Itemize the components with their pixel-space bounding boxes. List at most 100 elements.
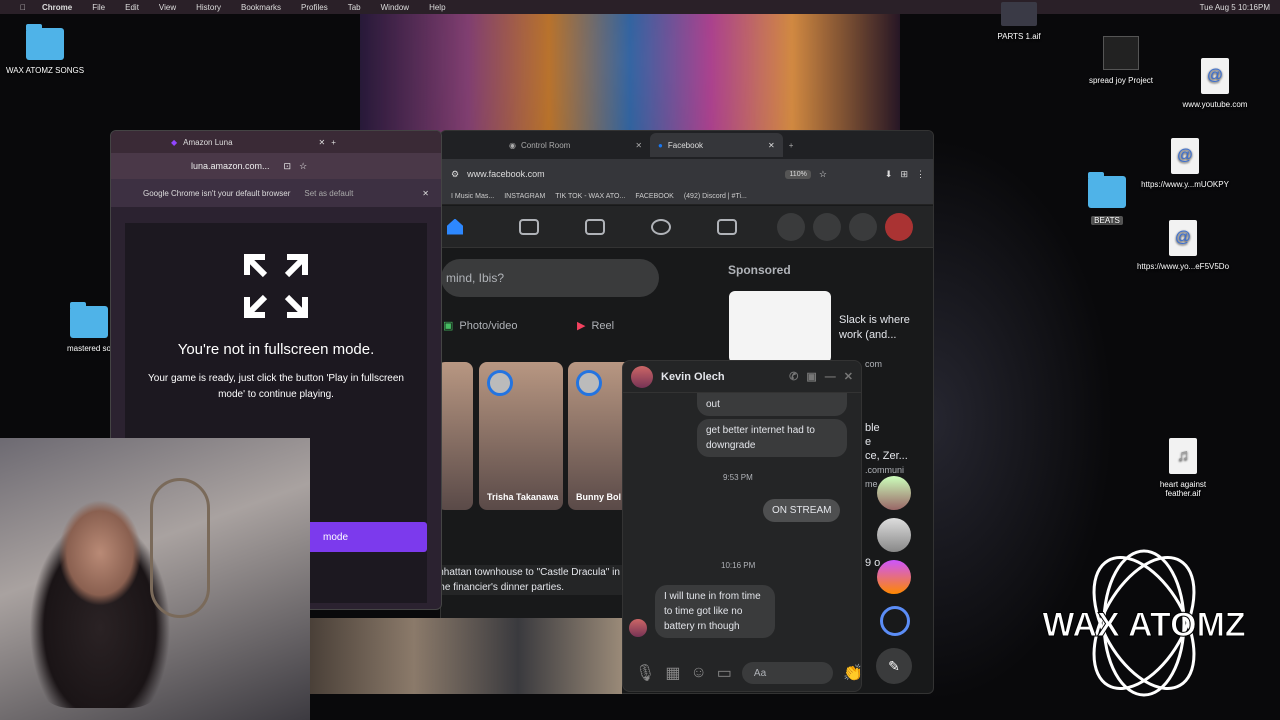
menu-window[interactable]: Window	[381, 3, 409, 12]
close-icon[interactable]: ✕	[768, 141, 775, 150]
menu-edit[interactable]: Edit	[125, 3, 139, 12]
new-message-icon[interactable]: ✎	[876, 648, 912, 684]
menu-profiles[interactable]: Profiles	[301, 3, 328, 12]
menu-help[interactable]: Help	[429, 3, 445, 12]
menu-icon[interactable]: ⋮	[916, 169, 925, 180]
chat-input-row: 🎙 ▦ ☺ ▭ Aa 👏	[623, 655, 861, 691]
close-icon[interactable]: ✕	[319, 138, 326, 147]
story-card[interactable]: Trisha Takanawa	[479, 362, 563, 510]
new-tab-icon[interactable]: +	[789, 141, 794, 150]
chat-head-avatar[interactable]	[877, 476, 911, 510]
desktop-webloc-1[interactable]: @ https://www.y...mUOKPY	[1140, 138, 1230, 189]
video-icon[interactable]	[519, 218, 539, 235]
story-card[interactable]	[441, 362, 473, 510]
menu-grid-icon[interactable]	[777, 212, 805, 241]
minimize-icon[interactable]: —	[825, 371, 836, 383]
desktop-webloc-youtube[interactable]: @ www.youtube.com	[1170, 58, 1260, 109]
extensions-icon[interactable]: ⊞	[900, 169, 908, 180]
desktop-audio-heart[interactable]: ♫ heart against feather.aif	[1138, 438, 1228, 498]
message-bubble[interactable]: I will tune in from time to time got lik…	[655, 585, 775, 638]
menu-file[interactable]: File	[92, 3, 105, 12]
sticker-icon[interactable]: ☺	[690, 664, 706, 682]
menu-tab[interactable]: Tab	[348, 3, 361, 12]
message-bubble[interactable]: out	[697, 393, 847, 416]
desktop-folder-wax-atomz-songs[interactable]: WAX ATOMZ SONGS	[0, 24, 90, 75]
facebook-nav	[441, 206, 933, 248]
compose-input[interactable]: mind, Ibis?	[441, 259, 659, 297]
right-column-label: 9 o	[865, 557, 881, 569]
messenger-icon[interactable]	[813, 212, 841, 241]
call-icon[interactable]: ✆	[789, 370, 798, 383]
project-file-icon	[1103, 36, 1139, 70]
profile-avatar[interactable]	[885, 212, 913, 241]
avatar	[629, 619, 647, 637]
avatar	[576, 370, 602, 396]
like-icon[interactable]: 👏	[843, 663, 861, 683]
desktop-folder-beats[interactable]: BEATS	[1062, 172, 1152, 225]
bookmark-facebook[interactable]: FACEBOOK	[635, 193, 674, 200]
ad-text[interactable]: Slack is where work (and...	[839, 313, 919, 343]
site-info-icon[interactable]: ⚙	[451, 169, 459, 180]
set-default-button[interactable]: Set as default	[304, 189, 353, 198]
message-bubble[interactable]: ON STREAM	[763, 499, 841, 522]
ad-domain: com	[865, 359, 883, 369]
download-icon[interactable]: ⬇	[885, 169, 893, 180]
url-field[interactable]: www.facebook.com	[467, 169, 545, 179]
fullscreen-icon	[244, 254, 308, 318]
tab-luna[interactable]: Amazon Luna	[183, 138, 232, 147]
meta-ai-icon[interactable]	[880, 606, 910, 636]
news-post-image[interactable]	[310, 618, 622, 694]
menu-app[interactable]: Chrome	[42, 3, 72, 12]
desktop-webloc-2[interactable]: @ https://www.yo...eF5V5Do	[1137, 220, 1229, 271]
url-field[interactable]: luna.amazon.com...	[191, 161, 270, 171]
gaming-icon[interactable]	[717, 218, 737, 235]
photo-video-button[interactable]: ▣ Photo/video	[443, 319, 518, 333]
home-icon[interactable]	[447, 218, 463, 235]
image-icon[interactable]: ▦	[665, 663, 680, 683]
tab-facebook[interactable]: ● Facebook ✕	[650, 133, 783, 157]
photo-icon: ▣	[443, 320, 454, 332]
message-input[interactable]: Aa	[741, 662, 834, 684]
marketplace-icon[interactable]	[585, 218, 605, 235]
tab-control-room[interactable]: ◉ Control Room ✕	[501, 133, 650, 157]
bookmark-instagram[interactable]: INSTAGRAM	[504, 193, 545, 200]
install-icon[interactable]: ⊡	[284, 161, 292, 172]
music-note-icon: ♫	[1169, 438, 1197, 474]
chat-head-avatar[interactable]	[877, 518, 911, 552]
star-icon[interactable]: ☆	[819, 169, 827, 180]
reel-button[interactable]: ▶ Reel	[577, 319, 614, 333]
star-icon[interactable]: ☆	[299, 161, 307, 172]
bookmark-1[interactable]: I Music Mas...	[451, 193, 494, 200]
menu-bookmarks[interactable]: Bookmarks	[241, 3, 281, 12]
gif-icon[interactable]: ▭	[717, 663, 732, 683]
close-icon[interactable]: ✕	[844, 370, 853, 383]
bookmark-tiktok[interactable]: TIK TOK - WAX ATO...	[555, 193, 625, 200]
menu-view[interactable]: View	[159, 3, 176, 12]
clock[interactable]: Tue Aug 5 10:16PM	[1200, 3, 1270, 12]
mic-icon[interactable]: 🎙	[635, 663, 655, 683]
close-icon[interactable]: ✕	[635, 141, 642, 150]
groups-icon[interactable]	[651, 218, 671, 235]
new-tab-icon[interactable]: +	[331, 138, 336, 147]
desktop-file-spread-joy[interactable]: spread joy Project	[1076, 36, 1166, 85]
message-bubble[interactable]: get better internet had to downgrade	[697, 419, 847, 457]
luna-tab-bar: ◆ Amazon Luna ✕ +	[111, 131, 441, 153]
zoom-badge[interactable]: 110%	[785, 169, 811, 179]
ad-image[interactable]	[729, 291, 831, 363]
desktop-file-parts[interactable]: PARTS 1.aif	[974, 2, 1064, 41]
messenger-chat: Kevin Olech ✆ ▣ — ✕ out get better inter…	[622, 360, 862, 692]
play-fullscreen-button[interactable]: mode	[301, 522, 427, 552]
contact-name[interactable]: Kevin Olech	[661, 371, 725, 383]
notifications-icon[interactable]	[849, 212, 877, 241]
video-call-icon[interactable]: ▣	[806, 370, 816, 383]
menu-history[interactable]: History	[196, 3, 221, 12]
svg-text:WAX ATOMZ: WAX ATOMZ	[1042, 606, 1245, 644]
close-icon[interactable]: ✕	[422, 189, 429, 198]
fullscreen-message: Your game is ready, just click the butto…	[148, 373, 404, 400]
avatar[interactable]	[631, 365, 653, 388]
chat-head-avatar[interactable]	[877, 560, 911, 594]
reel-icon: ▶	[577, 320, 586, 332]
apple-icon[interactable]: 	[20, 3, 26, 12]
bookmark-discord[interactable]: (492) Discord | #Ti...	[684, 193, 747, 200]
at-sign-icon: @	[1201, 58, 1229, 94]
